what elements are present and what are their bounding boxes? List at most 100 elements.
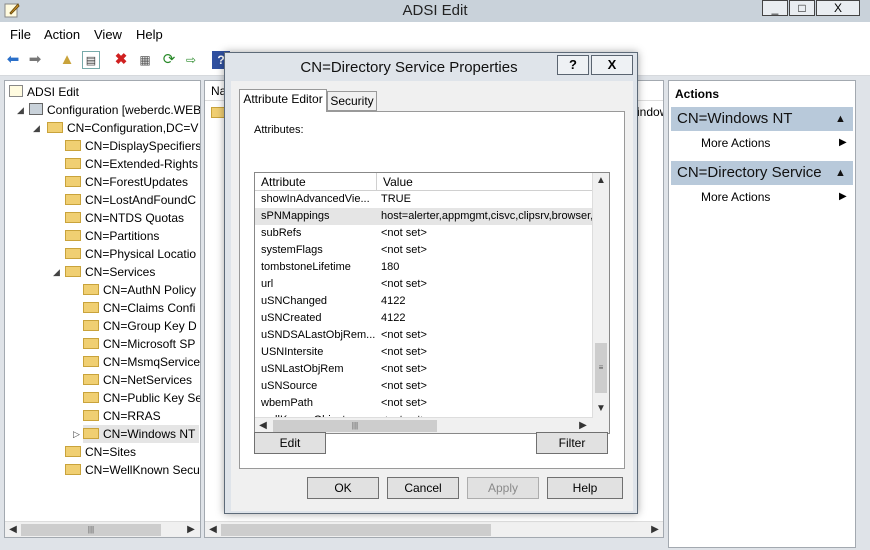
attribute-row[interactable]: sPNMappings host=alerter,appmgmt,cisvc,cl… — [255, 208, 593, 225]
show-hide-tree-icon[interactable]: ▤ — [82, 51, 100, 69]
folder-icon — [83, 356, 99, 367]
action-section-windows-nt[interactable]: CN=Windows NT ▲ — [671, 107, 853, 131]
export-list-icon[interactable]: ⇨ — [182, 51, 200, 69]
filter-button[interactable]: Filter — [536, 432, 608, 454]
scroll-thumb[interactable]: ||| — [273, 420, 437, 432]
collapse-icon[interactable]: ◢ — [33, 123, 40, 134]
attribute-row[interactable]: showInAdvancedVie... TRUE — [255, 191, 593, 208]
forward-arrow-icon[interactable]: ➡ — [26, 51, 44, 69]
cancel-button[interactable]: Cancel — [387, 477, 459, 499]
refresh-icon[interactable]: ⟳ — [160, 51, 178, 69]
attribute-value: <not set> — [381, 346, 427, 358]
scroll-down-icon[interactable]: ▼ — [593, 401, 609, 417]
list-hscrollbar[interactable]: ◀ ▶ — [205, 521, 663, 537]
tree-node[interactable]: CN=MsmqService — [83, 353, 200, 371]
tree-node[interactable]: CN=WellKnown Secu — [65, 461, 200, 479]
tree-root[interactable]: ADSI Edit — [9, 83, 79, 101]
expand-icon[interactable]: ▷ — [73, 429, 80, 440]
menu-view[interactable]: View — [94, 27, 122, 42]
tree-node[interactable]: CN=NTDS Quotas — [65, 209, 184, 227]
up-folder-icon[interactable]: ▲ — [58, 51, 76, 69]
tree-node[interactable]: CN=Extended-Rights — [65, 155, 198, 173]
tree-services[interactable]: CN=Services — [65, 263, 155, 281]
action-section-directory-service[interactable]: CN=Directory Service ▲ — [671, 161, 853, 185]
list-item-partial[interactable]: indow — [637, 105, 663, 119]
tree-node[interactable]: CN=AuthN Policy — [83, 281, 196, 299]
tree-hscrollbar[interactable]: ◀ ||| ▶ — [5, 521, 200, 537]
attribute-name: sPNMappings — [261, 210, 330, 222]
tree-node-selected[interactable]: CN=Windows NT — [83, 425, 200, 443]
collapse-icon[interactable]: ◢ — [17, 105, 24, 116]
attribute-row[interactable]: USNIntersite <not set> — [255, 344, 593, 361]
attribute-value: <not set> — [381, 380, 427, 392]
folder-icon — [65, 158, 81, 169]
attribute-row[interactable]: uSNCreated 4122 — [255, 310, 593, 327]
column-value[interactable]: Value — [377, 173, 593, 191]
scroll-left-icon[interactable]: ◀ — [5, 522, 21, 537]
edit-button[interactable]: Edit — [254, 432, 326, 454]
scroll-right-icon[interactable]: ▶ — [183, 522, 199, 537]
dialog-help-button[interactable]: ? — [557, 55, 589, 75]
close-button[interactable]: X — [816, 0, 860, 16]
tree-node[interactable]: CN=Partitions — [65, 227, 159, 245]
tree-node[interactable]: CN=Claims Confi — [83, 299, 195, 317]
scroll-left-icon[interactable]: ◀ — [205, 522, 221, 537]
tree-node[interactable]: CN=ForestUpdates — [65, 173, 188, 191]
tab-security[interactable]: Security — [327, 91, 377, 111]
tab-panel: Attributes: Attribute Value showInAdvanc… — [239, 111, 625, 469]
column-attribute[interactable]: Attribute — [255, 173, 377, 191]
back-arrow-icon[interactable]: ⬅ — [4, 51, 22, 69]
dialog-close-button[interactable]: X — [591, 55, 633, 75]
attribute-row[interactable]: url <not set> — [255, 276, 593, 293]
more-actions-item[interactable]: More Actions — [701, 136, 770, 150]
attribute-value: <not set> — [381, 278, 427, 290]
apply-button[interactable]: Apply — [467, 477, 539, 499]
attribute-name: uSNChanged — [261, 295, 328, 307]
scroll-thumb[interactable] — [221, 524, 491, 536]
attribute-row[interactable]: uSNLastObjRem <not set> — [255, 361, 593, 378]
properties-dialog: CN=Directory Service Properties ? X Attr… — [224, 52, 638, 514]
folder-icon — [65, 176, 81, 187]
attribute-row[interactable]: uSNSource <not set> — [255, 378, 593, 395]
minimize-button[interactable]: _ — [762, 0, 788, 16]
attribute-row[interactable]: uSNChanged 4122 — [255, 293, 593, 310]
folder-icon — [65, 248, 81, 259]
tree-node[interactable]: CN=Sites — [65, 443, 136, 461]
tree-node[interactable]: CN=Microsoft SP — [83, 335, 195, 353]
collapse-up-icon[interactable]: ▲ — [835, 161, 846, 185]
attribute-row[interactable]: tombstoneLifetime 180 — [255, 259, 593, 276]
tree-node[interactable]: CN=DisplaySpecifiers — [65, 137, 200, 155]
attribute-value: <not set> — [381, 363, 427, 375]
tree-node[interactable]: CN=LostAndFoundC — [65, 191, 196, 209]
attributes-hscrollbar[interactable]: ◀ ||| ▶ — [255, 417, 593, 433]
menu-help[interactable]: Help — [136, 27, 163, 42]
scroll-right-icon[interactable]: ▶ — [647, 522, 663, 537]
tree-connection[interactable]: Configuration [weberdc.WEB — [29, 101, 200, 119]
attributes-list[interactable]: Attribute Value showInAdvancedVie... TRUE… — [254, 172, 610, 434]
menu-action[interactable]: Action — [44, 27, 80, 42]
tree-node[interactable]: CN=Group Key D — [83, 317, 197, 335]
collapse-up-icon[interactable]: ▲ — [835, 107, 846, 131]
scroll-thumb[interactable]: ≡ — [595, 343, 607, 393]
attributes-vscrollbar[interactable]: ▲ ≡ ▼ — [592, 173, 609, 417]
tree-configuration[interactable]: CN=Configuration,DC=V — [47, 119, 198, 137]
more-actions-item[interactable]: More Actions — [701, 190, 770, 204]
help-button[interactable]: Help — [547, 477, 623, 499]
attribute-row[interactable]: uSNDSALastObjRem... <not set> — [255, 327, 593, 344]
menu-file[interactable]: File — [10, 27, 31, 42]
tab-attribute-editor[interactable]: Attribute Editor — [239, 89, 327, 112]
scroll-up-icon[interactable]: ▲ — [593, 173, 609, 189]
attribute-row[interactable]: subRefs <not set> — [255, 225, 593, 242]
attribute-row[interactable]: wbemPath <not set> — [255, 395, 593, 412]
maximize-button[interactable]: □ — [789, 0, 815, 16]
collapse-icon[interactable]: ◢ — [53, 267, 60, 278]
tree-node[interactable]: CN=NetServices — [83, 371, 192, 389]
tree-node[interactable]: CN=RRAS — [83, 407, 161, 425]
tree-node[interactable]: CN=Physical Locatio — [65, 245, 196, 263]
delete-icon[interactable]: ✖ — [112, 51, 130, 69]
ok-button[interactable]: OK — [307, 477, 379, 499]
scroll-thumb[interactable]: ||| — [21, 524, 161, 536]
properties-icon[interactable]: ▦ — [136, 51, 154, 69]
attribute-row[interactable]: systemFlags <not set> — [255, 242, 593, 259]
tree-node[interactable]: CN=Public Key Se — [83, 389, 200, 407]
